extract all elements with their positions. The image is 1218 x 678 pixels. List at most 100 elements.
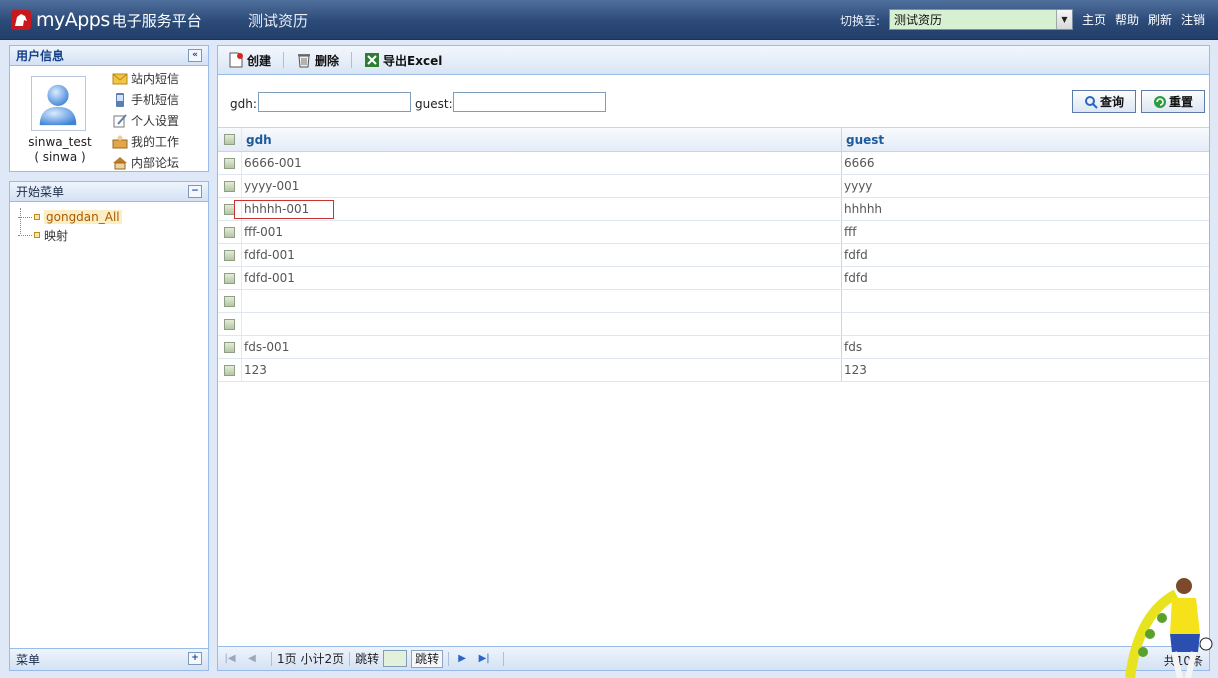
page-info: 1页 小计2页 [277, 652, 345, 666]
sms-label: 手机短信 [131, 93, 180, 107]
row-select-cell [218, 244, 242, 266]
last-page-icon[interactable]: ▶| [476, 652, 492, 666]
menu-footer-label: 菜单 [16, 653, 41, 667]
column-header-gdh[interactable]: gdh [242, 128, 842, 151]
gdh-cell[interactable]: fds-001 [242, 336, 842, 358]
pager-separator [271, 651, 272, 666]
menu-footer[interactable]: 菜单 + [10, 648, 208, 670]
row-checkbox[interactable] [224, 249, 235, 261]
sms-link[interactable]: 手机短信 [112, 89, 179, 110]
query-label: 查询 [1099, 95, 1124, 109]
prev-page-icon[interactable]: ◀ [244, 652, 260, 666]
row-checkbox[interactable] [224, 318, 235, 330]
tree-item-label: 映射 [44, 228, 69, 243]
app-logo: myApps 电子服务平台 [10, 8, 202, 32]
guest-cell[interactable]: fdfd [842, 267, 1209, 289]
collapse-icon[interactable]: − [188, 185, 202, 198]
gdh-cell[interactable] [242, 290, 842, 312]
table-row[interactable]: fdfd-001 fdfd [218, 267, 1209, 290]
top-links: 主页 帮助 刷新 注销 [1082, 11, 1205, 28]
logout-link[interactable]: 注销 [1181, 11, 1205, 28]
jump-page-input[interactable] [383, 650, 408, 667]
help-link[interactable]: 帮助 [1115, 11, 1139, 28]
tree-item-gongdan-all[interactable]: gongdan_All [18, 208, 122, 226]
table-row[interactable]: fdfd-001 fdfd [218, 244, 1209, 267]
chevron-down-icon[interactable]: ▼ [1056, 10, 1072, 29]
gdh-search-input[interactable] [258, 92, 411, 112]
export-label: 导出Excel [383, 53, 443, 68]
gdh-cell[interactable]: fdfd-001 [242, 267, 842, 289]
home-link[interactable]: 主页 [1082, 11, 1106, 28]
gdh-cell[interactable]: fff-001 [242, 221, 842, 243]
row-select-cell [218, 336, 242, 358]
pager-separator [448, 651, 450, 666]
table-row[interactable]: fff-001 fff [218, 221, 1209, 244]
row-checkbox[interactable] [224, 341, 235, 353]
next-page-icon[interactable]: ▶ [454, 652, 470, 666]
main-panel: 创建 删除 导出Excel gdh: guest: 查询 重置 gdh gues… [217, 45, 1210, 671]
jump-label: 跳转 [355, 652, 380, 666]
row-checkbox[interactable] [224, 272, 235, 284]
internal-message-link[interactable]: 站内短信 [112, 68, 179, 89]
row-checkbox[interactable] [224, 295, 235, 307]
refresh-link[interactable]: 刷新 [1148, 11, 1172, 28]
guest-cell[interactable] [842, 290, 1209, 312]
app-switch-select[interactable]: 测试资历 ▼ [889, 9, 1073, 30]
gdh-cell[interactable]: fdfd-001 [242, 244, 842, 266]
gdh-cell[interactable]: yyyy-001 [242, 175, 842, 197]
column-header-guest[interactable]: guest [842, 128, 1209, 151]
guest-cell[interactable]: 6666 [842, 152, 1209, 174]
start-menu-title: 开始菜单 [16, 185, 65, 199]
guest-cell[interactable]: fdfd [842, 244, 1209, 266]
table-row[interactable]: fds-001 fds [218, 336, 1209, 359]
collapse-left-icon[interactable]: « [188, 49, 202, 62]
highlight-box [234, 200, 334, 219]
my-work-link[interactable]: 我的工作 [112, 131, 179, 152]
personal-settings-label: 个人设置 [131, 114, 180, 128]
delete-button[interactable]: 删除 [296, 52, 339, 69]
guest-cell[interactable]: yyyy [842, 175, 1209, 197]
gdh-cell[interactable] [242, 313, 842, 335]
guest-cell[interactable]: fff [842, 221, 1209, 243]
tree-item-label: gongdan_All [44, 210, 122, 224]
table-row[interactable]: hhhhh-001 hhhhh [218, 198, 1209, 221]
forum-label: 内部论坛 [131, 156, 180, 170]
edit-icon [113, 113, 127, 127]
query-button[interactable]: 查询 [1072, 90, 1136, 113]
guest-search-input[interactable] [453, 92, 606, 112]
reset-button[interactable]: 重置 [1141, 90, 1205, 113]
first-page-icon[interactable]: |◀ [222, 652, 238, 666]
gdh-cell[interactable]: 123 [242, 359, 842, 381]
guest-cell[interactable]: 123 [842, 359, 1209, 381]
gdh-cell-highlighted[interactable]: hhhhh-001 [234, 198, 842, 220]
row-checkbox[interactable] [224, 157, 235, 169]
table-row[interactable]: 6666-001 6666 [218, 152, 1209, 175]
start-menu-panel: 开始菜单 − gongdan_All 映射 菜单 + [9, 181, 209, 671]
table-row[interactable]: 123 123 [218, 359, 1209, 382]
personal-settings-link[interactable]: 个人设置 [112, 110, 179, 131]
football-player-mascot-icon[interactable] [1118, 574, 1218, 678]
export-excel-button[interactable]: 导出Excel [364, 52, 442, 69]
row-checkbox[interactable] [224, 364, 235, 376]
delete-label: 删除 [315, 53, 340, 68]
expand-icon[interactable]: + [188, 652, 202, 665]
jump-button[interactable]: 跳转 [411, 649, 444, 668]
guest-label: guest: [415, 97, 453, 111]
table-row[interactable] [218, 290, 1209, 313]
create-button[interactable]: 创建 [228, 52, 271, 69]
create-label: 创建 [247, 53, 272, 68]
select-all-checkbox[interactable] [224, 134, 235, 145]
brand-subtitle: 电子服务平台 [111, 11, 202, 30]
new-document-icon [229, 52, 243, 68]
row-checkbox[interactable] [224, 226, 235, 238]
row-select-cell [218, 221, 242, 243]
guest-cell[interactable]: hhhhh [842, 198, 1209, 220]
table-row[interactable]: yyyy-001 yyyy [218, 175, 1209, 198]
row-checkbox[interactable] [224, 180, 235, 192]
tree-item-mapping[interactable]: 映射 [18, 226, 122, 244]
table-row[interactable] [218, 313, 1209, 336]
guest-cell[interactable]: fds [842, 336, 1209, 358]
forum-link[interactable]: 内部论坛 [112, 152, 179, 173]
guest-cell[interactable] [842, 313, 1209, 335]
gdh-cell[interactable]: 6666-001 [242, 152, 842, 174]
